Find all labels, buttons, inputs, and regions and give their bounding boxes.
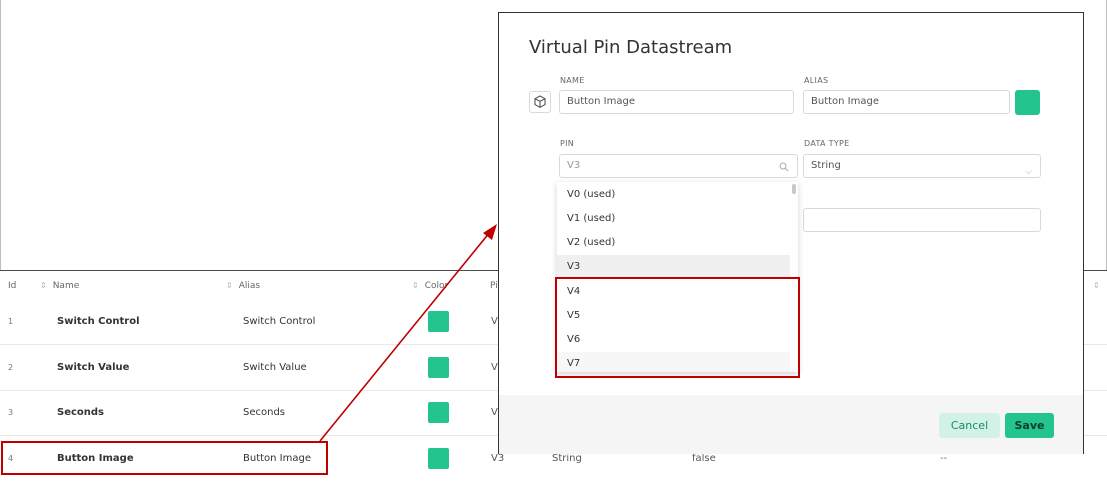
column-header-color[interactable]: ⇕ Color (412, 281, 448, 291)
highlight-box-dropdown (555, 277, 800, 378)
sort-icon[interactable]: ⇕ (1093, 281, 1106, 291)
row-id: 3 (8, 408, 14, 417)
pin-select-value: V3 (567, 160, 581, 171)
sort-icon: ⇕ (226, 281, 233, 290)
page-frame-left (0, 0, 1, 270)
row-alias: Switch Value (243, 362, 307, 373)
dropdown-scrollbar[interactable] (792, 184, 796, 194)
color-swatch (428, 402, 449, 423)
pin-option[interactable]: V1 (used) (557, 207, 790, 231)
pin-option[interactable]: V0 (used) (557, 183, 790, 207)
row-alias: Switch Control (243, 316, 316, 327)
alias-input[interactable]: Button Image (803, 90, 1010, 114)
modal-title: Virtual Pin Datastream (529, 37, 733, 58)
name-label: NAME (560, 76, 585, 85)
color-swatch (428, 357, 449, 378)
row-name: Switch Value (57, 362, 130, 373)
column-header-pin[interactable]: Pi (490, 281, 498, 291)
cancel-button[interactable]: Cancel (939, 413, 1000, 438)
sort-icon: ⇕ (40, 281, 47, 290)
cube-icon (534, 95, 546, 109)
alias-label: ALIAS (804, 76, 829, 85)
color-swatch (428, 448, 449, 469)
row-id: 2 (8, 363, 14, 372)
modal-footer: Cancel Save (499, 395, 1083, 454)
color-swatch (428, 311, 449, 332)
row-id: 1 (8, 317, 14, 326)
column-header-id[interactable]: Id (8, 281, 16, 291)
pin-option[interactable]: V2 (used) (557, 231, 790, 255)
data-type-value: String (811, 160, 841, 171)
data-type-label: DATA TYPE (804, 139, 850, 148)
chevron-down-icon: ⌵ (1025, 167, 1032, 177)
search-icon (779, 162, 789, 172)
icon-picker[interactable] (529, 91, 551, 113)
row-name: Switch Control (57, 316, 140, 327)
row-name: Seconds (57, 407, 105, 418)
column-header-name[interactable]: ⇕ Name (40, 281, 79, 291)
name-input[interactable]: Button Image (559, 90, 794, 114)
highlight-box-row (1, 441, 328, 475)
pin-option-selected[interactable]: V3 (557, 255, 790, 279)
pin-select[interactable]: V3 (559, 154, 798, 178)
save-button[interactable]: Save (1005, 413, 1054, 438)
sort-icon: ⇕ (412, 281, 419, 290)
row-alias: Seconds (243, 407, 286, 418)
column-header-alias[interactable]: ⇕ Alias (226, 281, 260, 291)
color-picker[interactable] (1015, 90, 1040, 115)
pin-label: PIN (560, 139, 575, 148)
units-input[interactable] (803, 208, 1041, 232)
data-type-select[interactable]: String ⌵ (803, 154, 1041, 178)
